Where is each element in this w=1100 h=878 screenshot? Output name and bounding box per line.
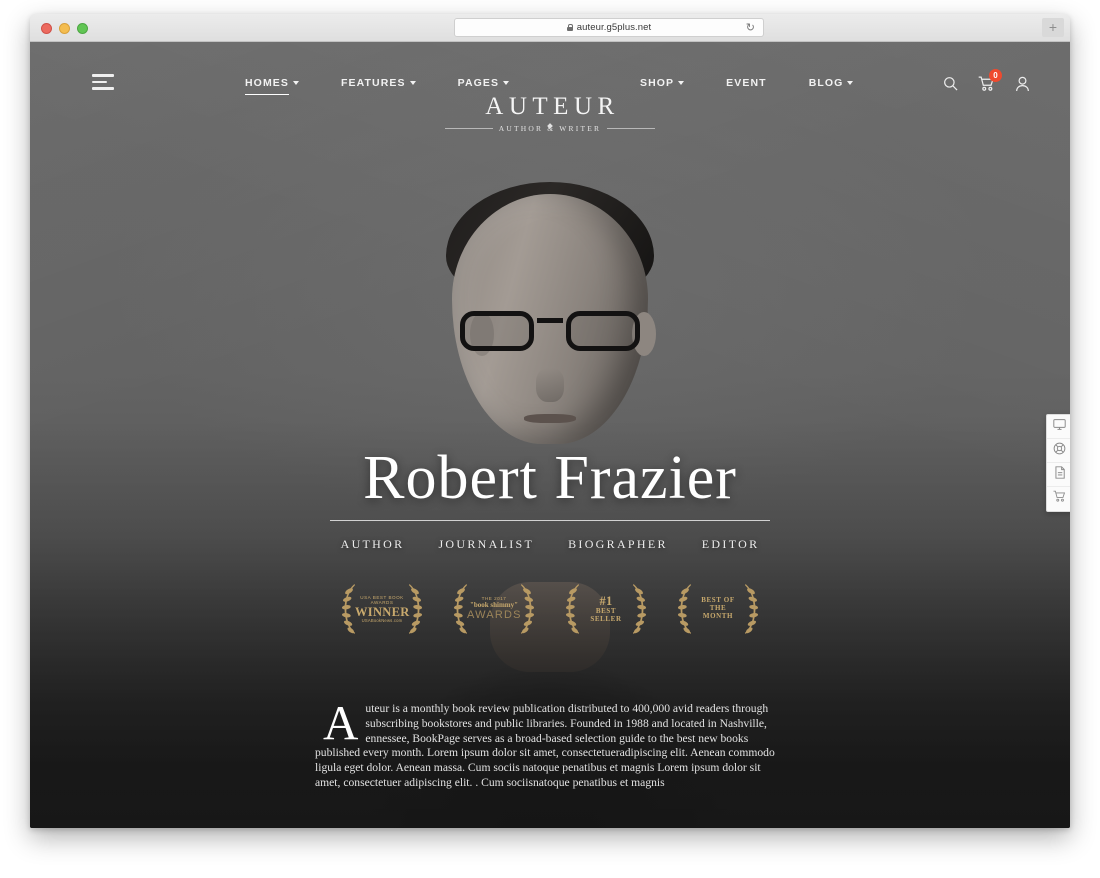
monitor-icon — [1053, 418, 1066, 436]
hero-roles: AUTHOR JOURNALIST BIOGRAPHER EDITOR — [30, 537, 1070, 552]
portrait-glasses — [460, 310, 640, 352]
url-text: auteur.g5plus.net — [576, 22, 652, 33]
laurel-icon — [745, 584, 759, 634]
award-text: #1 BEST SELLER — [579, 594, 633, 624]
glasses-lens-left — [460, 311, 534, 351]
award-line-4: MONTH — [702, 611, 734, 620]
nav-item-blog[interactable]: BLOG — [809, 77, 854, 95]
laurel-icon — [341, 584, 355, 634]
globe-icon — [1053, 442, 1066, 460]
laurel-icon — [565, 584, 579, 634]
page-viewport: HOMES FEATURES PAGES AUTEUR AUTHOR & WRI… — [30, 42, 1070, 828]
chevron-down-icon — [503, 81, 510, 86]
cart-icon — [1053, 490, 1066, 508]
cart-icon[interactable]: 0 — [978, 68, 1002, 97]
maximize-window-button[interactable] — [77, 23, 88, 34]
header-tools: 0 — [943, 42, 1030, 130]
page-title: Robert Frazier — [363, 444, 737, 512]
intro-paragraph: A uteur is a monthly book review publica… — [315, 695, 785, 791]
award-badge-best-seller: #1 BEST SELLER — [563, 578, 649, 640]
award-line-1: USA BEST BOOK — [360, 594, 404, 600]
glasses-lens-right — [566, 311, 640, 351]
nav-item-label: HOMES — [245, 77, 290, 89]
award-line-2: #1 — [599, 594, 613, 609]
cart-count-badge: 0 — [989, 68, 1002, 82]
laurel-icon — [677, 584, 691, 634]
glasses-bridge — [537, 318, 563, 323]
award-line-3: WINNER — [355, 604, 410, 619]
browser-titlebar: auteur.g5plus.net ↻ + — [30, 14, 1070, 42]
brand-rule-left — [445, 128, 493, 129]
laurel-icon — [521, 584, 535, 634]
hero-section: Robert Frazier AUTHOR JOURNALIST BIOGRAP… — [30, 442, 1070, 640]
award-line-4: USABookNews.com — [361, 617, 403, 623]
hero-divider — [330, 520, 770, 521]
award-line-2: "book shimmy" — [469, 600, 519, 609]
award-badge-best-of-month: BEST OF THE MONTH — [675, 578, 761, 640]
side-toolbar — [1046, 414, 1070, 512]
role-biographer: BIOGRAPHER — [568, 537, 668, 551]
brand-name: AUTEUR — [485, 93, 620, 120]
new-tab-button[interactable]: + — [1042, 18, 1064, 37]
window-controls — [41, 23, 88, 34]
award-badge-usa-best-book: USA BEST BOOK AWARDS WINNER USABookNews.… — [339, 578, 425, 640]
award-badges: USA BEST BOOK AWARDS WINNER USABookNews.… — [30, 578, 1070, 640]
laurel-icon — [633, 584, 647, 634]
address-bar[interactable]: auteur.g5plus.net ↻ — [454, 18, 764, 37]
role-author: AUTHOR — [340, 537, 405, 551]
user-icon[interactable] — [1015, 76, 1030, 97]
nav-item-label: EVENT — [726, 77, 767, 89]
chevron-down-icon — [847, 81, 854, 86]
search-icon[interactable] — [943, 76, 958, 96]
nav-item-label: PAGES — [457, 77, 500, 89]
award-text: USA BEST BOOK AWARDS WINNER USABookNews.… — [355, 595, 409, 624]
intro-body: uteur is a monthly book review publicati… — [315, 702, 775, 789]
role-journalist: JOURNALIST — [438, 537, 535, 551]
chevron-down-icon — [678, 81, 685, 86]
award-line-3: AWARDS — [467, 609, 522, 622]
chevron-down-icon — [293, 81, 300, 86]
award-text: BEST OF THE MONTH — [691, 596, 745, 620]
nav-item-label: BLOG — [808, 77, 844, 89]
intro-dropcap: A — [323, 695, 359, 750]
nav-item-label: FEATURES — [341, 77, 406, 89]
side-button-purchase[interactable] — [1047, 487, 1070, 511]
site-header: HOMES FEATURES PAGES AUTEUR AUTHOR & WRI… — [30, 42, 1070, 133]
side-button-documentation[interactable] — [1047, 463, 1070, 487]
nav-item-event[interactable]: EVENT — [726, 77, 767, 95]
award-text: THE 2017 "book shimmy" AWARDS — [467, 596, 521, 621]
side-button-support[interactable] — [1047, 439, 1070, 463]
role-editor: EDITOR — [701, 537, 760, 551]
primary-nav-right: SHOP EVENT BLOG — [640, 42, 854, 130]
browser-window: auteur.g5plus.net ↻ + HOMES FEATURES PAG… — [30, 14, 1070, 828]
close-window-button[interactable] — [41, 23, 52, 34]
portrait-mouth — [524, 414, 576, 423]
nav-item-shop[interactable]: SHOP — [640, 77, 685, 95]
laurel-icon — [409, 584, 423, 634]
reload-icon[interactable]: ↻ — [746, 22, 755, 35]
document-icon — [1054, 465, 1066, 484]
chevron-down-icon — [409, 81, 416, 86]
lock-icon — [566, 24, 574, 31]
side-button-demo[interactable] — [1047, 415, 1070, 439]
portrait-nose — [536, 368, 564, 402]
nav-item-label: SHOP — [640, 77, 675, 89]
award-line-4: SELLER — [590, 615, 622, 623]
site-logo[interactable]: AUTEUR AUTHOR & WRITER — [445, 93, 656, 133]
laurel-icon — [453, 584, 467, 634]
nav-item-homes[interactable]: HOMES — [245, 77, 300, 95]
award-badge-book-shimmy: THE 2017 "book shimmy" AWARDS — [451, 578, 537, 640]
nav-item-features[interactable]: FEATURES — [341, 77, 416, 95]
hamburger-icon[interactable] — [92, 74, 114, 90]
minimize-window-button[interactable] — [59, 23, 70, 34]
